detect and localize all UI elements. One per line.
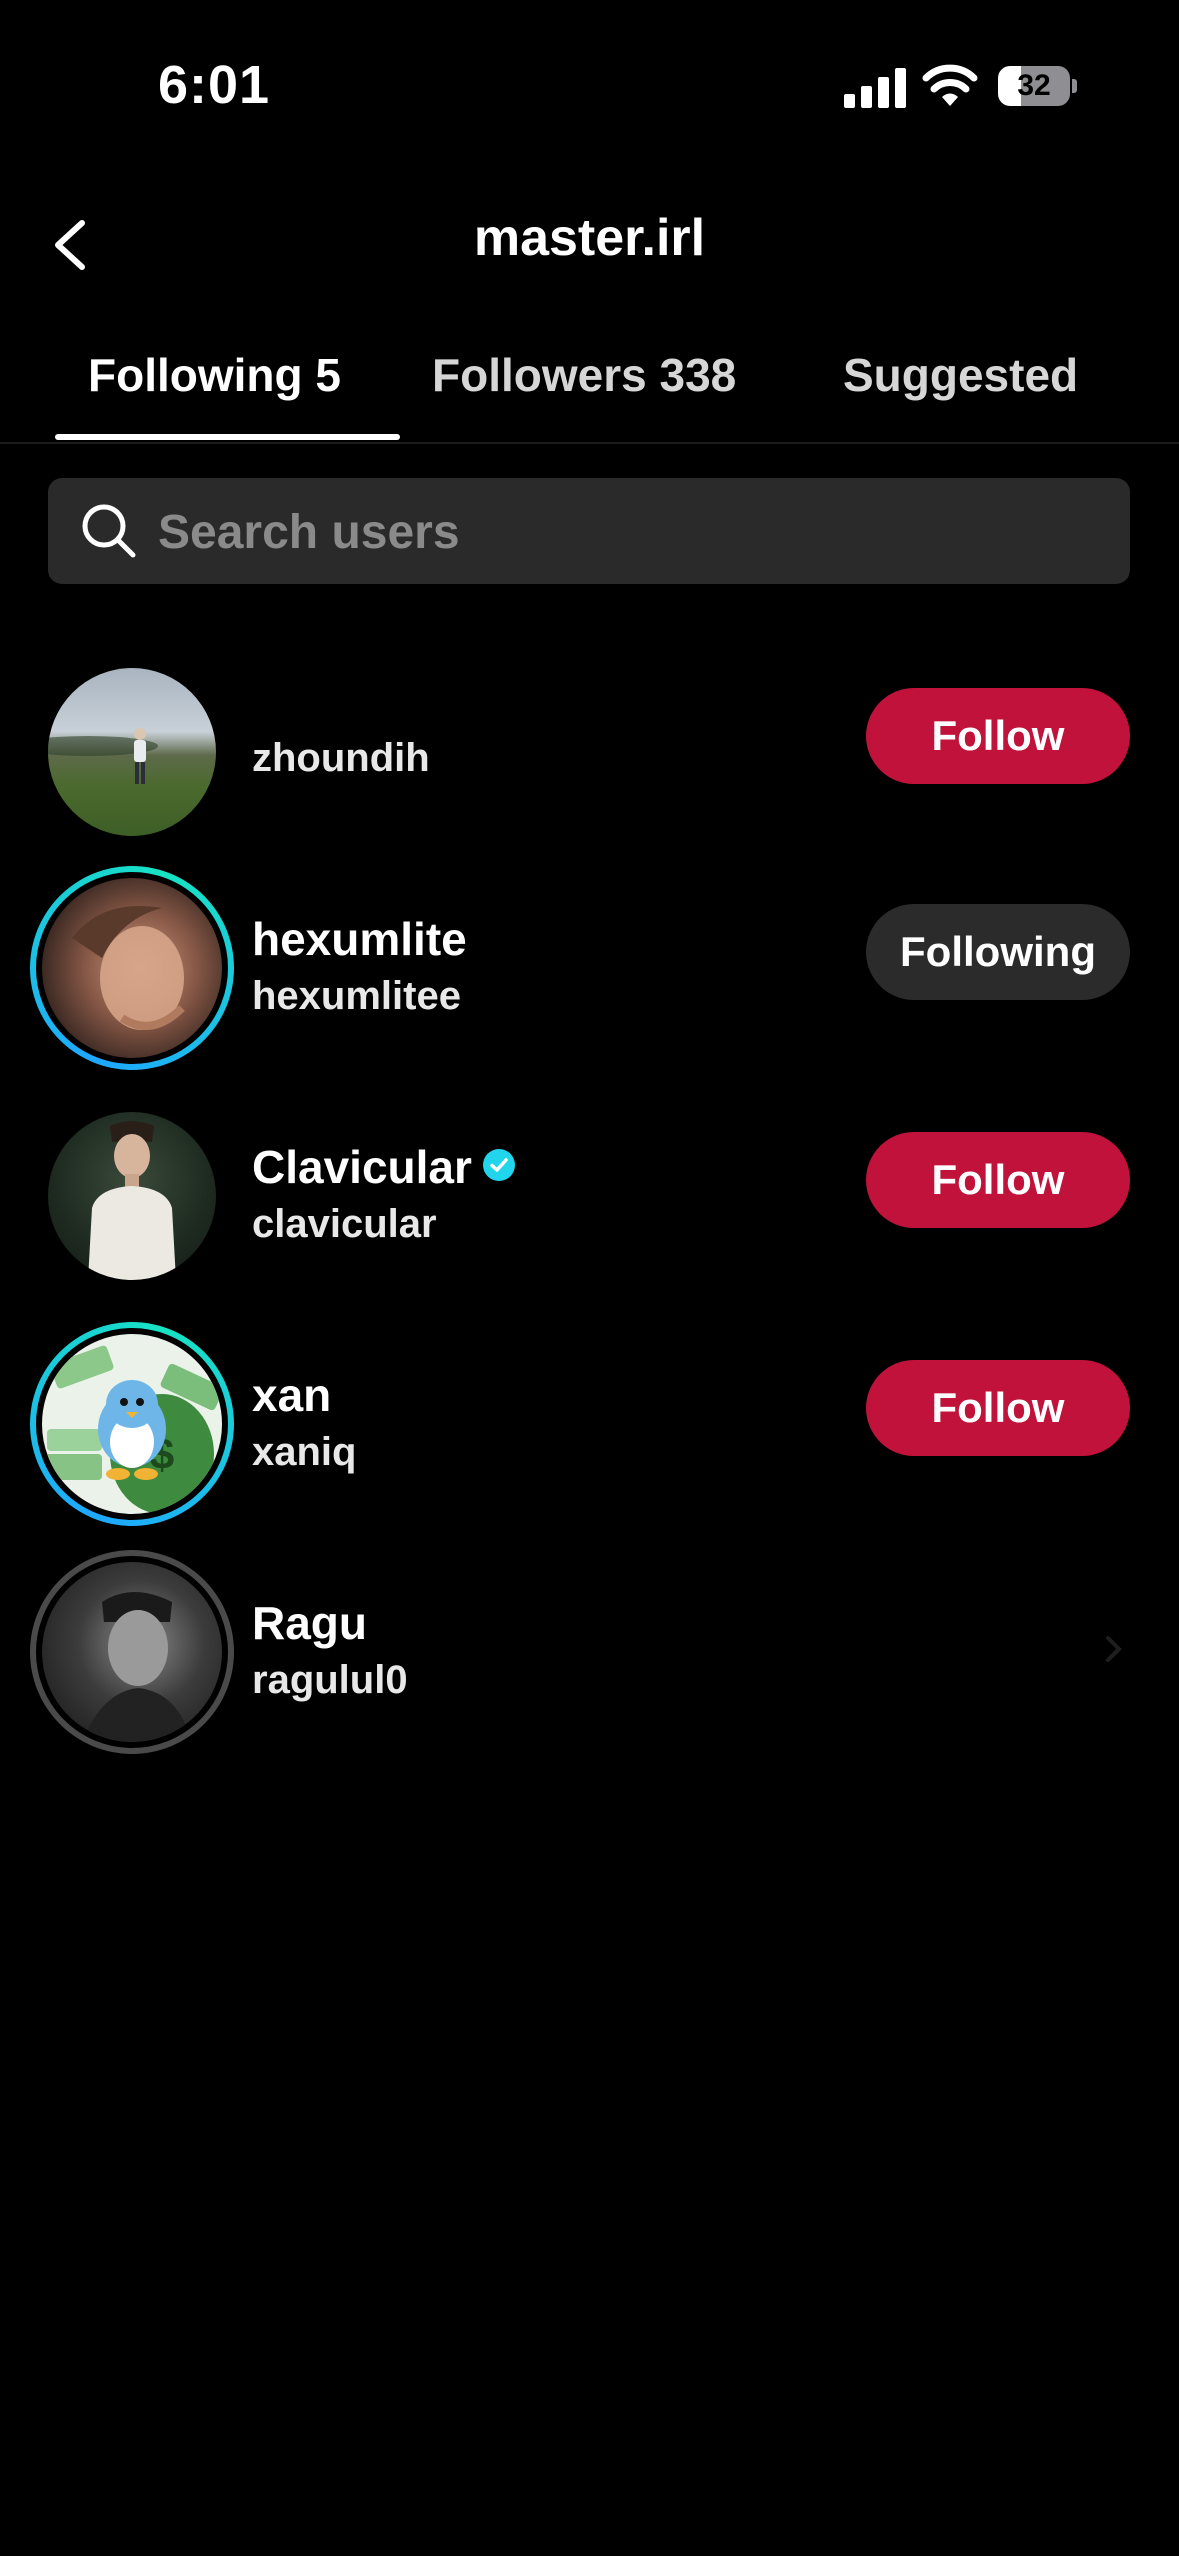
tab-bar: Following 5 Followers 338 Suggested (0, 330, 1179, 444)
avatar-story-ring[interactable]: $ (30, 1322, 234, 1526)
username: zhoundih (252, 736, 430, 780)
display-name: xan (252, 1369, 332, 1421)
person-photo-icon (72, 906, 185, 1030)
username: hexumlitee (252, 974, 461, 1018)
display-name: hexumlite (252, 913, 467, 965)
tab-following[interactable]: Following 5 (88, 348, 341, 402)
username: xaniq (252, 1430, 357, 1474)
tab-followers[interactable]: Followers 338 (432, 348, 736, 402)
penguin-money-icon: $ (42, 1345, 222, 1514)
username: ragulul0 (252, 1658, 408, 1702)
status-time: 6:01 (158, 55, 271, 115)
follow-button[interactable]: Follow (866, 1360, 1130, 1456)
chevron-right-icon[interactable] (1104, 1634, 1124, 1664)
person-photo-icon (48, 728, 158, 784)
username: clavicular (252, 1202, 437, 1246)
avatar[interactable] (30, 650, 234, 854)
avatar-story-ring-seen[interactable] (30, 1550, 234, 1754)
avatar[interactable] (30, 1094, 234, 1298)
following-button[interactable]: Following (866, 904, 1130, 1000)
list-item[interactable]: zhoundih Follow (0, 640, 1179, 868)
list-item[interactable]: Clavicular clavicular Follow (0, 1084, 1179, 1312)
battery-icon: 32 (998, 66, 1077, 106)
person-photo-icon (82, 1592, 192, 1742)
active-tab-indicator (55, 434, 400, 440)
cellular-signal-icon (844, 66, 906, 108)
list-item[interactable]: $ xan xaniq Follow (0, 1312, 1179, 1540)
status-bar: 6:01 32 (0, 0, 1179, 170)
page-title: master.irl (473, 209, 706, 267)
display-name: Ragu (252, 1597, 367, 1649)
verified-badge-icon (483, 1149, 515, 1181)
list-item[interactable]: hexumlite hexumlitee Following (0, 856, 1179, 1084)
list-item[interactable]: Ragu ragulul0 (0, 1540, 1179, 1768)
follow-button[interactable]: Follow (866, 1132, 1130, 1228)
person-photo-icon (88, 1121, 176, 1280)
battery-percent: 32 (1017, 69, 1051, 102)
search-bar[interactable] (48, 478, 1130, 586)
tab-suggested[interactable]: Suggested (843, 348, 1078, 402)
search-input[interactable] (156, 478, 1100, 586)
wifi-icon (922, 64, 978, 106)
display-name: Clavicular (252, 1141, 472, 1193)
avatar-story-ring[interactable] (30, 866, 234, 1070)
follow-button[interactable]: Follow (866, 688, 1130, 784)
search-icon (82, 504, 136, 558)
